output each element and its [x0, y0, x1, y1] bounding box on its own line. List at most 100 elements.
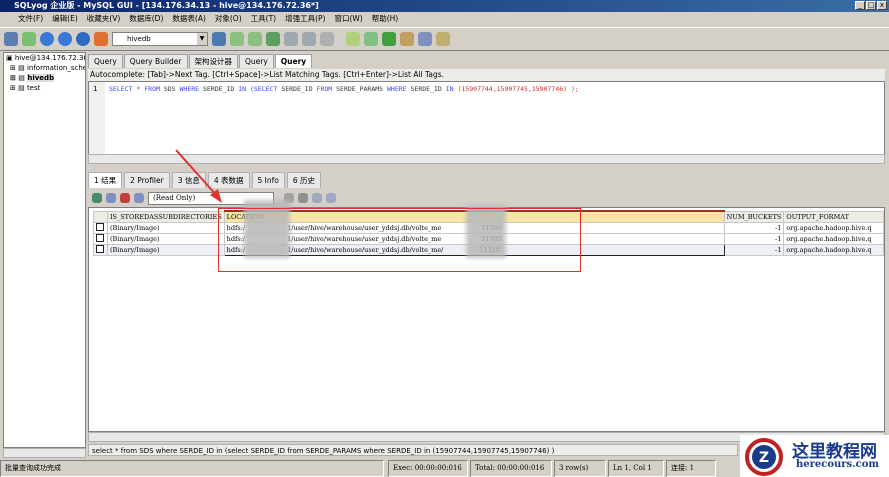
user-icon[interactable]	[212, 32, 226, 46]
grid-icon[interactable]	[120, 193, 130, 203]
maximize-button[interactable]: □	[866, 1, 876, 10]
status-message: 批量查询成功完成	[0, 460, 384, 477]
column-header[interactable]: OUTPUT_FORMAT	[783, 210, 884, 223]
sql-token: (15907744,15907745,15907746)	[457, 85, 568, 93]
logo-icon: Z	[745, 438, 783, 476]
sql-token: SERDE_ID	[410, 85, 442, 93]
copy-icon[interactable]	[106, 193, 116, 203]
svg-text:Z: Z	[759, 450, 769, 466]
menu-database[interactable]: 数据库(D)	[129, 12, 163, 26]
object-browser: ▣ hive@134.176.72.36 ⊞ ▤ information_sch…	[3, 52, 86, 448]
tree-connection[interactable]: ▣ hive@134.176.72.36	[4, 53, 85, 63]
row-checkbox[interactable]	[93, 232, 108, 245]
tree-db-information-schema[interactable]: ⊞ ▤ information_schema	[4, 63, 85, 73]
color-icon[interactable]	[94, 32, 108, 46]
annotation-arrow	[175, 149, 222, 203]
menu-objects[interactable]: 对象(O)	[215, 12, 242, 26]
query-tabs: Query Query Builder 架构设计器 Query Query	[88, 54, 313, 68]
schema-icon[interactable]	[284, 32, 298, 46]
sql-token: SERDE_ID	[281, 85, 313, 93]
sql-token: IN	[238, 85, 247, 93]
sql-token: (SELECT	[249, 85, 278, 93]
toolbar: hivedb ▼	[0, 27, 889, 51]
copy-icon[interactable]	[320, 32, 334, 46]
text-icon[interactable]	[298, 193, 308, 203]
new-query-icon[interactable]	[22, 32, 36, 46]
db-label: test	[26, 84, 41, 92]
sql-token: WHERE	[179, 85, 200, 93]
import-icon[interactable]	[266, 32, 280, 46]
tab-query-1[interactable]: Query	[88, 54, 123, 68]
notify-icon[interactable]	[418, 32, 432, 46]
execute-all-icon[interactable]	[58, 32, 72, 46]
cell[interactable]: org.apache.hadoop.hive.q	[783, 243, 884, 256]
cell[interactable]: -1	[723, 243, 785, 256]
menu-favorites[interactable]: 收藏夹(V)	[87, 12, 120, 26]
next-icon[interactable]	[326, 193, 336, 203]
tab-query-builder[interactable]: Query Builder	[123, 54, 188, 68]
report-icon[interactable]	[436, 32, 450, 46]
sync-icon[interactable]	[364, 32, 378, 46]
tree-db-test[interactable]: ⊞ ▤ test	[4, 83, 85, 93]
menu-table[interactable]: 数据表(A)	[172, 12, 205, 26]
compare-icon[interactable]	[382, 32, 396, 46]
cell[interactable]: (Binary/Image)	[106, 221, 225, 234]
column-header[interactable]: NUM_BUCKETS	[723, 210, 785, 223]
table-icon[interactable]	[302, 32, 316, 46]
cell[interactable]: -1	[723, 221, 785, 234]
database-name: hivedb	[127, 35, 151, 43]
prev-icon[interactable]	[312, 193, 322, 203]
tab-info[interactable]: 5 Info	[251, 172, 285, 188]
row-checkbox[interactable]	[93, 221, 108, 234]
sql-text: SELECT * FROM SDS WHERE SERDE_ID IN (SEL…	[109, 85, 579, 93]
menu-help[interactable]: 帮助(H)	[372, 12, 399, 26]
title-bar: SQLyog 企业版 - MySQL GUI - [134.176.34.13 …	[0, 0, 889, 12]
tab-schema-designer[interactable]: 架构设计器	[188, 54, 238, 68]
tab-result[interactable]: 1 结果	[88, 172, 123, 188]
column-header[interactable]: IS_STOREDASSUBDIRECTORIES	[106, 210, 225, 223]
status-total: Total: 00:00:00:016	[470, 460, 552, 477]
autocomplete-hint: Autocomplete: [Tab]->Next Tag. [Ctrl+Spa…	[88, 69, 885, 81]
refresh-icon[interactable]	[76, 32, 90, 46]
tree-db-hivedb[interactable]: ⊞ ▤ hivedb	[4, 73, 85, 83]
sql-token: );	[571, 85, 579, 93]
chevron-down-icon: ▼	[197, 33, 207, 45]
sql-token: FROM	[144, 85, 160, 93]
execute-icon[interactable]	[40, 32, 54, 46]
connect-icon[interactable]	[4, 32, 18, 46]
menu-powertools[interactable]: 增强工具(P)	[285, 12, 325, 26]
menu-window[interactable]: 窗口(W)	[334, 12, 362, 26]
sql-token: IN	[445, 85, 454, 93]
menu-tools[interactable]: 工具(T)	[251, 12, 276, 26]
tab-query-2[interactable]: Query	[239, 54, 274, 68]
cell[interactable]: (Binary/Image)	[106, 232, 225, 245]
export-icon[interactable]	[92, 193, 102, 203]
backup-icon[interactable]	[230, 32, 244, 46]
menu-edit[interactable]: 编辑(E)	[52, 12, 78, 26]
cell[interactable]: -1	[723, 232, 785, 245]
wizard-icon[interactable]	[346, 32, 360, 46]
cell[interactable]: org.apache.hadoop.hive.q	[783, 221, 884, 234]
minimize-button[interactable]: _	[855, 1, 865, 10]
tab-history[interactable]: 6 历史	[286, 172, 322, 188]
db-label: hivedb	[27, 74, 55, 82]
tab-profiler[interactable]: 2 Profiler	[124, 172, 170, 188]
close-button[interactable]: x	[877, 1, 887, 10]
executed-query: select * from SDS where SERDE_ID in (sel…	[88, 444, 738, 456]
menu-file[interactable]: 文件(F)	[18, 12, 43, 26]
sql-token: SERDE_PARAMS	[336, 85, 384, 93]
job-icon[interactable]	[400, 32, 414, 46]
cell[interactable]: (Binary/Image)	[106, 243, 225, 256]
tab-query-3[interactable]: Query	[274, 54, 313, 68]
status-position: Ln 1, Col 1	[608, 460, 664, 477]
watermark-url: herecours.com	[796, 459, 880, 470]
tree-horizontal-scrollbar[interactable]	[3, 448, 86, 458]
form-icon[interactable]	[134, 193, 144, 203]
line-number: 1	[89, 82, 105, 155]
row-checkbox[interactable]	[93, 243, 108, 256]
cell[interactable]: org.apache.hadoop.hive.q	[783, 232, 884, 245]
status-exec: Exec: 00:00:00:016	[388, 460, 468, 477]
menu-bar: 文件(F) 编辑(E) 收藏夹(V) 数据库(D) 数据表(A) 对象(O) 工…	[0, 12, 889, 26]
database-select[interactable]: hivedb ▼	[112, 32, 208, 46]
restore-icon[interactable]	[248, 32, 262, 46]
